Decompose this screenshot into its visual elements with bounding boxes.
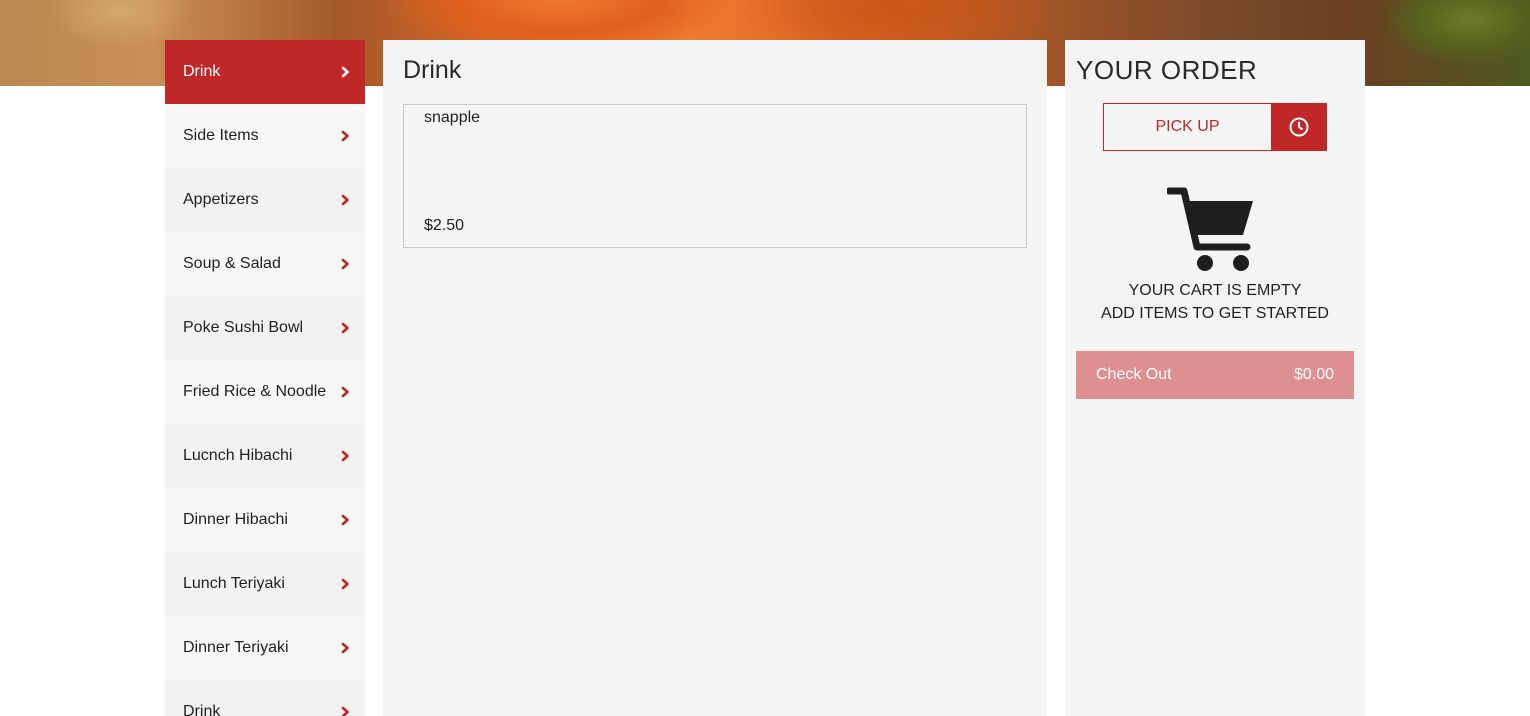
sidebar-item-label: Fried Rice & Noodle — [183, 383, 327, 400]
sidebar-item-label: Lunch Teriyaki — [183, 575, 285, 592]
checkout-label: Check Out — [1096, 366, 1172, 383]
shopping-cart-icon — [1167, 187, 1253, 271]
chevron-right-icon — [341, 642, 349, 654]
menu-item-price: $2.50 — [424, 217, 465, 234]
chevron-right-icon — [341, 66, 349, 78]
sidebar-item-side-items[interactable]: Side Items — [165, 104, 365, 168]
sidebar-item-dinner-teriyaki[interactable]: Dinner Teriyaki — [165, 616, 365, 680]
sidebar-item-drink-2[interactable]: Drink — [165, 680, 365, 716]
order-panel: YOUR ORDER PICK UP YOUR CART IS EMPTY AD… — [1065, 40, 1365, 716]
chevron-right-icon — [341, 258, 349, 270]
chevron-right-icon — [341, 322, 349, 334]
sidebar-item-lunch-teriyaki[interactable]: Lunch Teriyaki — [165, 552, 365, 616]
sidebar-item-label: Poke Sushi Bowl — [183, 319, 304, 336]
chevron-right-icon — [341, 706, 349, 716]
sidebar-item-label: Side Items — [183, 127, 259, 144]
schedule-time-button[interactable] — [1271, 103, 1327, 151]
sidebar-item-drink[interactable]: Drink — [165, 40, 365, 104]
chevron-right-icon — [341, 130, 349, 142]
sidebar-item-label: Appetizers — [183, 191, 259, 208]
sidebar-item-label: Lucnch Hibachi — [183, 447, 293, 464]
sidebar-item-fried-rice-noodle[interactable]: Fried Rice & Noodle — [165, 360, 365, 424]
page-title: Drink — [403, 56, 462, 84]
cart-empty-hint: ADD ITEMS TO GET STARTED — [1101, 305, 1329, 322]
pickup-button[interactable]: PICK UP — [1103, 103, 1272, 151]
chevron-right-icon — [341, 450, 349, 462]
sidebar-item-label: Drink — [183, 703, 221, 716]
sidebar-item-lunch-hibachi[interactable]: Lucnch Hibachi — [165, 424, 365, 488]
sidebar-item-soup-salad[interactable]: Soup & Salad — [165, 232, 365, 296]
chevron-right-icon — [341, 514, 349, 526]
cart-empty-message: YOUR CART IS EMPTY — [1128, 282, 1302, 299]
checkout-total: $0.00 — [1293, 366, 1334, 383]
chevron-right-icon — [341, 386, 349, 398]
clock-icon — [1289, 117, 1309, 137]
sidebar-item-label: Drink — [183, 63, 221, 80]
checkout-button[interactable]: Check Out $0.00 — [1076, 351, 1354, 399]
category-sidebar: Drink Side Items Appetizers Soup & Salad… — [165, 40, 365, 716]
chevron-right-icon — [341, 194, 349, 206]
menu-item-name: snapple — [424, 109, 481, 126]
order-title: YOUR ORDER — [1076, 55, 1258, 85]
menu-item-card[interactable]: snapple $2.50 — [403, 104, 1027, 248]
sidebar-item-poke-sushi-bowl[interactable]: Poke Sushi Bowl — [165, 296, 365, 360]
sidebar-item-label: Soup & Salad — [183, 255, 281, 272]
sidebar-item-appetizers[interactable]: Appetizers — [165, 168, 365, 232]
chevron-right-icon — [341, 578, 349, 590]
menu-panel: Drink snapple $2.50 — [383, 40, 1047, 716]
sidebar-item-label: Dinner Teriyaki — [183, 639, 289, 656]
sidebar-item-dinner-hibachi[interactable]: Dinner Hibachi — [165, 488, 365, 552]
sidebar-item-label: Dinner Hibachi — [183, 511, 288, 528]
